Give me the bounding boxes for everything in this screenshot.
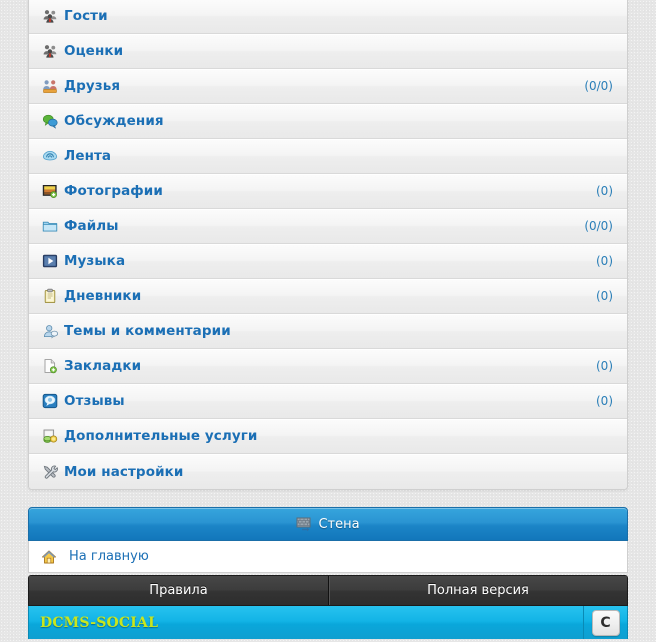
diaries-icon [42,288,58,304]
menu-item-label: Музыка [64,253,126,269]
menu-item-count: (0) [596,289,613,303]
menu-item-8[interactable]: Музыка (0) [29,244,627,279]
mobile-profile-page: Гости Оценки Друзья (0/0) Обсуждения Лента Фот… [0,0,656,642]
guests-icon [42,8,58,24]
full-version-button[interactable]: Полная версия [328,576,627,605]
rules-button[interactable]: Правила [29,576,328,605]
menu-item-13[interactable]: Дополнительные услуги [29,419,627,454]
topics-comments-icon [42,323,58,339]
menu-item-count: (0) [596,184,613,198]
discussions-icon [42,113,58,129]
counter-badge: C [591,609,620,636]
menu-item-14[interactable]: Мои настройки [29,454,627,489]
wall-home-block: Стена На главную [28,507,628,573]
menu-item-10[interactable]: Темы и комментарии [29,314,627,349]
bottom-nav: Правила Полная версия [28,575,628,606]
my-settings-icon [42,464,58,480]
footer-bar: DCMS-SOCIAL C [28,606,628,639]
home-link-row[interactable]: На главную [28,541,628,573]
menu-item-label: Гости [64,8,108,24]
menu-item-count: (0) [596,359,613,373]
menu-item-label: Темы и комментарии [64,323,231,339]
menu-item-label: Фотографии [64,183,163,199]
menu-item-label: Оценки [64,43,124,59]
menu-item-7[interactable]: Файлы (0/0) [29,209,627,244]
reviews-icon [42,393,58,409]
photos-icon [42,183,58,199]
menu-item-label: Дополнительные услуги [64,428,258,444]
menu-item-label: Файлы [64,218,119,234]
menu-item-label: Обсуждения [64,113,164,129]
extra-services-icon [42,428,58,444]
menu-item-label: Друзья [64,78,121,94]
menu-item-count: (0) [596,254,613,268]
menu-item-label: Лента [64,148,112,164]
menu-item-label: Отзывы [64,393,125,409]
menu-item-count: (0) [596,394,613,408]
files-icon [42,218,58,234]
wall-button-label: Стена [318,516,360,532]
menu-item-2[interactable]: Оценки [29,34,627,69]
bookmarks-icon [42,358,58,374]
menu-item-4[interactable]: Обсуждения [29,104,627,139]
home-link-label: На главную [69,549,149,564]
menu-item-12[interactable]: Отзывы (0) [29,384,627,419]
feed-icon [42,148,58,164]
menu-item-count: (0/0) [584,219,613,233]
footer-counter-tile[interactable]: C [583,606,627,639]
ratings-icon [42,43,58,59]
menu-item-6[interactable]: Фотографии (0) [29,174,627,209]
wall-icon [296,516,312,532]
footer-brand[interactable]: DCMS-SOCIAL [29,615,583,631]
menu-item-11[interactable]: Закладки (0) [29,349,627,384]
home-icon [41,549,57,565]
music-icon [42,253,58,269]
wall-button[interactable]: Стена [28,507,628,541]
menu-item-9[interactable]: Дневники (0) [29,279,627,314]
menu-item-label: Мои настройки [64,463,184,480]
menu-item-3[interactable]: Друзья (0/0) [29,69,627,104]
menu-item-label: Закладки [64,358,142,374]
menu-item-count: (0/0) [584,79,613,93]
menu-item-5[interactable]: Лента [29,139,627,174]
menu-item-label: Дневники [64,288,142,304]
menu-item-1[interactable]: Гости [29,0,627,34]
friends-icon [42,78,58,94]
profile-menu-list: Гости Оценки Друзья (0/0) Обсуждения Лента Фот… [28,0,628,490]
